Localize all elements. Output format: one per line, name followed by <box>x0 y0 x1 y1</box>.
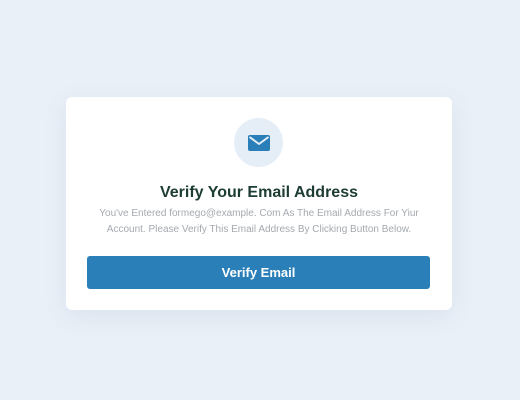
envelope-icon <box>247 134 270 151</box>
verification-message: You've Entered formego@example. Com As T… <box>99 208 419 235</box>
verify-email-button[interactable]: Verify Email <box>87 256 430 289</box>
envelope-icon-badge <box>234 118 283 167</box>
page-title: Verify Your Email Address <box>159 184 358 201</box>
verify-email-card: Verify Your Email Address You've Entered… <box>66 97 452 310</box>
